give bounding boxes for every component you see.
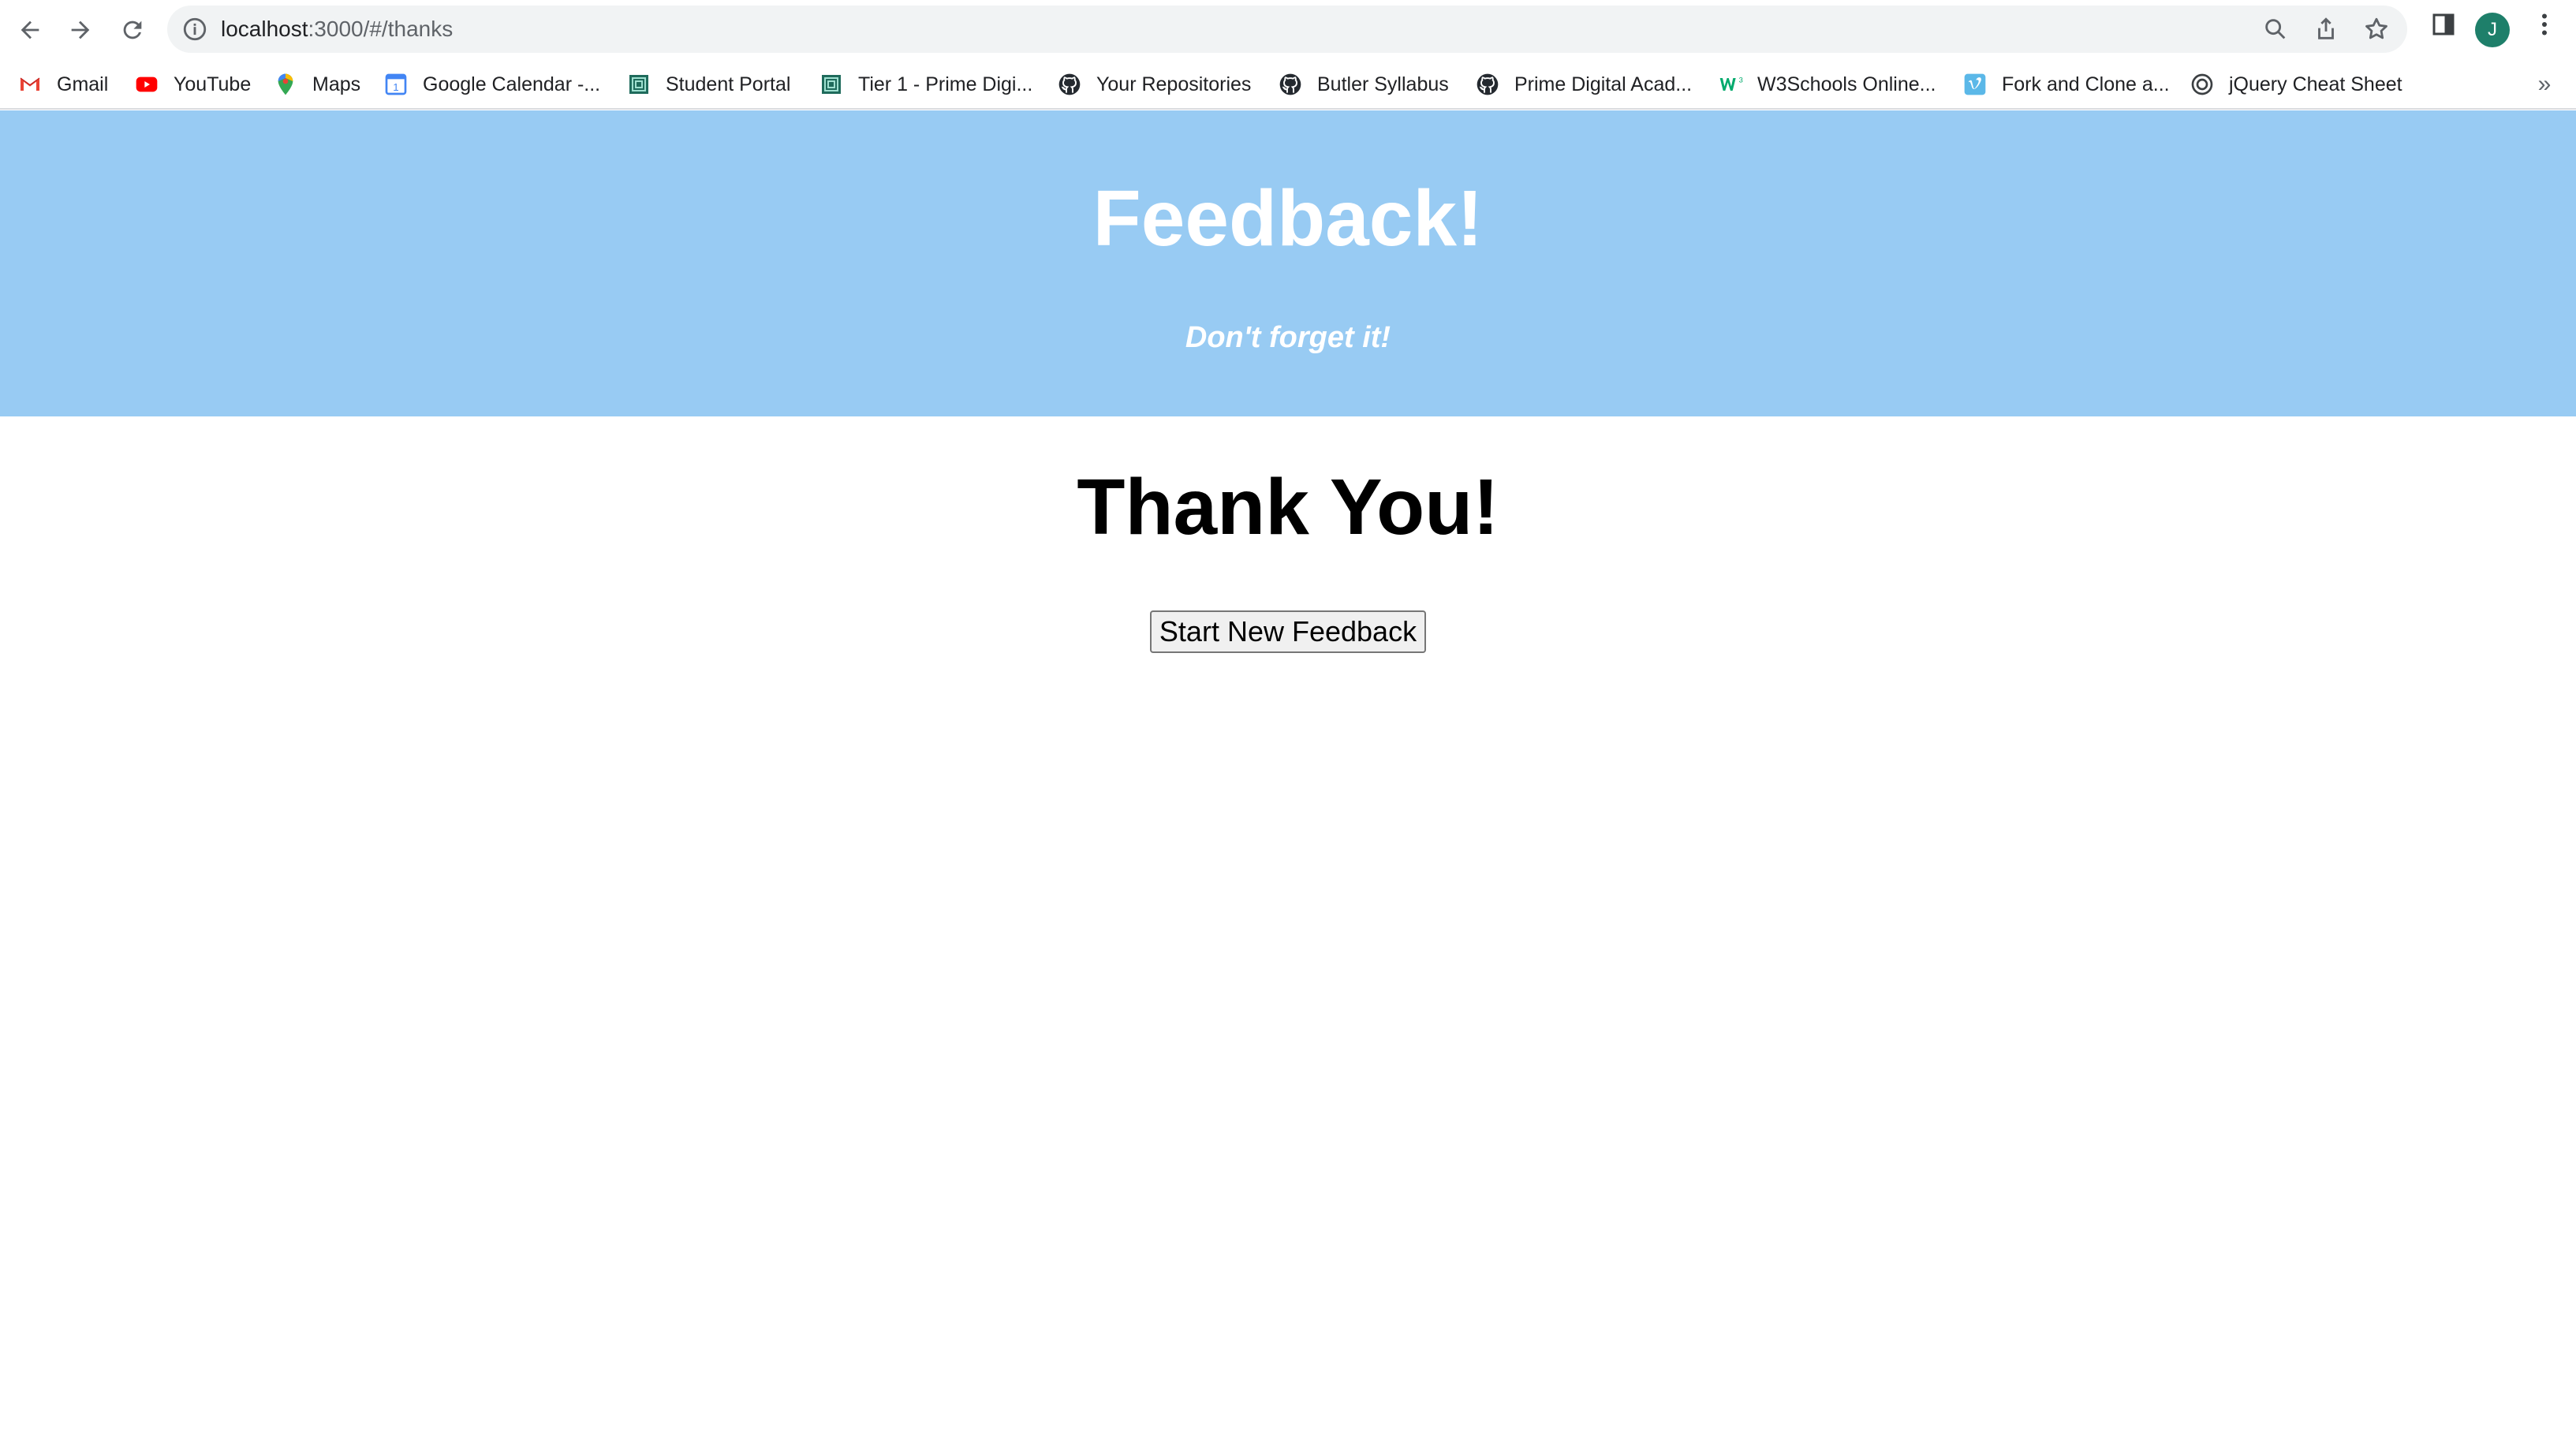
reload-icon — [123, 21, 142, 39]
bookmark-label: Butler Syllabus — [1317, 73, 1449, 95]
app-subtitle: Don't forget it! — [1185, 321, 1391, 354]
browser-menu-icon[interactable] — [2530, 10, 2559, 39]
site-info-icon[interactable] — [181, 16, 208, 43]
address-bar[interactable]: localhost:3000/#/thanks — [167, 6, 2407, 53]
bookmark-maps[interactable]: Maps — [273, 66, 360, 103]
svg-text:1: 1 — [393, 81, 398, 93]
w3schools-icon: 3 — [1719, 76, 1743, 91]
app-title: Feedback! — [1092, 174, 1484, 263]
github-icon — [1058, 73, 1081, 95]
url-path: :3000/#/thanks — [308, 17, 454, 41]
thank-you-heading: Thank You! — [1077, 463, 1499, 551]
url-text[interactable]: localhost:3000/#/thanks — [221, 6, 453, 53]
calendar-icon: 1 — [385, 73, 407, 95]
bookmark-label: Gmail — [57, 73, 109, 95]
profile-avatar[interactable]: J — [2475, 13, 2510, 47]
app-header: Feedback! Don't forget it! — [0, 110, 2576, 416]
bookmark-student-portal[interactable]: Student Portal — [626, 66, 790, 103]
forward-arrow-icon — [71, 21, 90, 39]
vimeo-icon — [1964, 73, 1986, 95]
youtube-icon — [136, 77, 158, 92]
side-panel-icon[interactable] — [2429, 10, 2458, 39]
bookmark-butler-syllabus[interactable]: Butler Syllabus — [1278, 66, 1449, 103]
more-bookmarks-button[interactable]: » — [2532, 66, 2557, 103]
bookmark-tier-1[interactable]: Tier 1 - Prime Digi... — [819, 66, 1032, 103]
back-button[interactable] — [9, 9, 50, 50]
maps-icon — [278, 73, 293, 95]
bookmark-jquery-cheat-sheet[interactable]: jQuery Cheat Sheet — [2190, 66, 2402, 103]
bookmark-label: Prime Digital Acad... — [1514, 73, 1693, 95]
url-host: localhost — [221, 17, 308, 41]
share-icon[interactable] — [2313, 16, 2339, 43]
prime-icon — [822, 75, 841, 94]
github-icon — [1477, 73, 1499, 95]
forward-button[interactable] — [60, 9, 101, 50]
bookmark-label: Fork and Clone a... — [2002, 73, 2170, 95]
bookmark-label: Your Repositories — [1096, 73, 1252, 95]
svg-text:3: 3 — [1739, 76, 1743, 84]
bookmark-w3schools[interactable]: 3 W3Schools Online... — [1718, 66, 1936, 103]
bookmarks-bar: Gmail YouTube Maps 1 Google Calendar -..… — [0, 60, 2576, 110]
bookmark-fork-and-clone[interactable]: Fork and Clone a... — [1962, 66, 2170, 103]
bookmark-star-icon[interactable] — [2363, 16, 2390, 43]
bookmark-label: W3Schools Online... — [1757, 73, 1936, 95]
bookmark-gmail[interactable]: Gmail — [17, 66, 108, 103]
jquery-icon — [2191, 73, 2213, 95]
bookmark-youtube[interactable]: YouTube — [134, 66, 251, 103]
back-arrow-icon — [21, 21, 39, 39]
github-icon — [1279, 73, 1301, 95]
browser-toolbar: localhost:3000/#/thanks J — [0, 0, 2576, 60]
start-new-feedback-button[interactable]: Start New Feedback — [1150, 610, 1426, 653]
bookmark-google-calendar[interactable]: 1 Google Calendar -... — [383, 66, 600, 103]
prime-icon — [629, 75, 648, 94]
bookmark-label: Student Portal — [666, 73, 791, 95]
bookmark-label: Maps — [312, 73, 361, 95]
bookmark-your-repositories[interactable]: Your Repositories — [1057, 66, 1251, 103]
bookmark-label: Google Calendar -... — [423, 73, 601, 95]
gmail-icon — [20, 77, 40, 91]
bookmark-label: jQuery Cheat Sheet — [2229, 73, 2402, 95]
reload-button[interactable] — [112, 9, 153, 50]
bookmark-prime-digital-academy[interactable]: Prime Digital Acad... — [1475, 66, 1692, 103]
bookmark-label: YouTube — [174, 73, 252, 95]
zoom-icon[interactable] — [2262, 16, 2289, 43]
bookmark-label: Tier 1 - Prime Digi... — [858, 73, 1033, 95]
